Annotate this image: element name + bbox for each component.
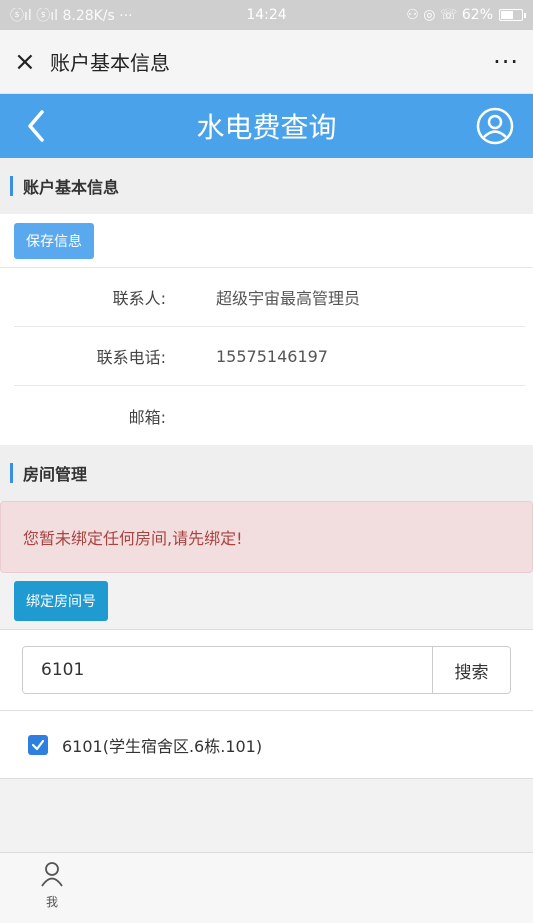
bottom-tab-bar: 我 [0,852,533,923]
wechat-page-title: 账户基本信息 [50,51,170,75]
room-section-header: 房间管理 [0,445,533,501]
room-result-label: 6101(学生宿舍区.6栋.101) [62,736,263,756]
room-section-title: 房间管理 [23,465,88,484]
person-icon [41,862,63,887]
search-button[interactable]: 搜索 [432,647,510,693]
tab-me[interactable]: 我 [32,861,72,910]
check-icon [31,739,45,750]
status-time: 14:24 [246,7,287,23]
save-button-row: 保存信息 [0,214,533,268]
bind-room-button[interactable]: 绑定房间号 [14,581,108,621]
status-bar: ⓢıl ⓢıl 8.28K/s ··· 14:24 ⚇ ◎ ☏ 62% [0,0,533,30]
account-info-panel: 保存信息 联系人: 超级宇宙最高管理员 联系电话: 15575146197 邮箱… [0,214,533,445]
contact-name-row: 联系人: 超级宇宙最高管理员 [14,268,525,327]
save-info-button[interactable]: 保存信息 [14,222,94,259]
account-section-title: 账户基本信息 [23,178,120,197]
checkbox-checked-icon[interactable] [28,734,48,755]
user-icon[interactable] [475,106,515,146]
battery-icon [499,9,526,21]
more-icon[interactable]: ··· [493,48,519,76]
wechat-nav-bar: × 账户基本信息 ··· [0,30,533,94]
back-icon[interactable] [22,108,52,144]
room-result-item[interactable]: 6101(学生宿舍区.6栋.101) [0,711,533,779]
contact-phone-label: 联系电话: [96,348,166,367]
tab-me-label: 我 [45,895,58,909]
contact-name-value: 超级宇宙最高管理员 [216,289,361,308]
contact-phone-value: 15575146197 [216,346,328,366]
section-accent-bar [10,463,13,483]
bind-button-row: 绑定房间号 [0,573,533,629]
room-search-input[interactable] [23,647,432,693]
page-title: 水电费查询 [196,111,337,144]
contact-phone-row: 联系电话: 15575146197 [14,327,525,386]
app-header: 水电费查询 [0,94,533,158]
section-accent-bar [10,176,13,196]
email-row: 邮箱: [14,386,525,445]
room-search-panel: 搜索 [0,629,533,711]
search-group: 搜索 [22,646,511,694]
close-icon[interactable]: × [14,47,50,77]
account-section-header: 账户基本信息 [0,158,533,214]
email-label: 邮箱: [128,407,166,427]
no-room-alert: 您暂未绑定任何房间,请先绑定! [0,501,533,573]
contact-name-label: 联系人: [112,289,166,308]
